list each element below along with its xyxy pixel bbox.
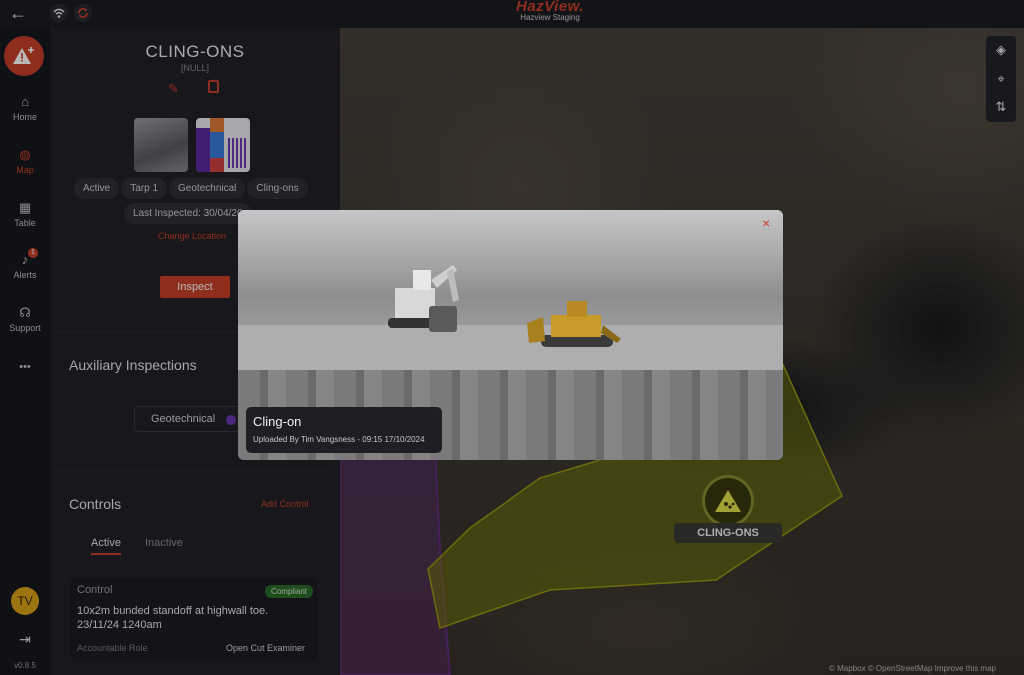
app-root: ← HazView. Hazview Staging ⌂ Home ◍ Map …	[0, 0, 1024, 675]
photo-viewer-modal: × Cling-on Uploaded By Tim Vangsness - 0…	[238, 210, 783, 460]
close-icon[interactable]: ×	[762, 216, 770, 230]
excavator-illustration	[388, 265, 459, 332]
photo-caption: Cling-on Uploaded By Tim Vangsness - 09:…	[246, 407, 442, 453]
photo-title: Cling-on	[253, 414, 302, 429]
photo-ledge	[238, 325, 783, 370]
photo-upload-info: Uploaded By Tim Vangsness - 09:15 17/10/…	[253, 435, 425, 444]
photo-background	[238, 210, 783, 280]
bulldozer-illustration	[527, 301, 621, 347]
